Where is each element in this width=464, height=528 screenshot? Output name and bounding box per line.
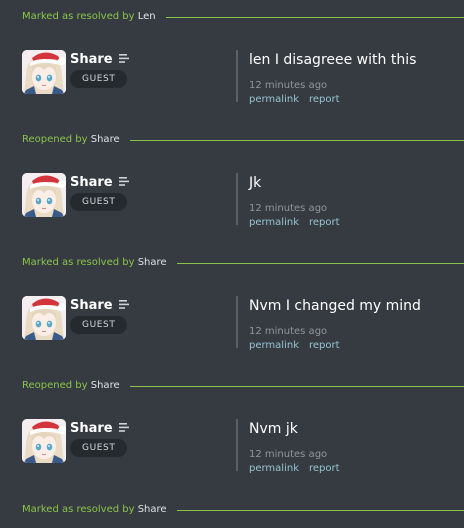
list-icon [118, 298, 130, 314]
avatar-image [22, 419, 66, 463]
report-link[interactable]: report [309, 463, 340, 475]
status-event: Marked as resolved by Len [0, 8, 464, 26]
divider-line [176, 509, 464, 511]
comment-timestamp: 12 minutes ago [249, 80, 328, 91]
avatar[interactable] [22, 173, 66, 217]
list-icon [118, 52, 130, 68]
avatar[interactable] [22, 419, 66, 463]
comment: Share GUEST Jk 12 minutes ago permalink … [0, 173, 464, 235]
divider-line [129, 139, 464, 141]
comment-divider [236, 419, 238, 471]
role-badge: GUEST [70, 316, 128, 334]
report-link[interactable]: report [309, 340, 340, 352]
list-icon [118, 421, 130, 437]
comment-actions: permalink report [249, 463, 350, 475]
comment: Share GUEST len I disagreee with this 12… [0, 50, 464, 112]
status-event-actor[interactable]: Share [91, 380, 120, 391]
status-event-verb: Reopened by [22, 134, 88, 145]
avatar[interactable] [22, 50, 66, 94]
comment-divider [236, 296, 238, 348]
status-event-text: Marked as resolved by Len [0, 8, 156, 26]
status-event-text: Reopened by Share [0, 377, 120, 395]
username-text[interactable]: Share [70, 175, 113, 191]
status-event-actor[interactable]: Len [138, 11, 156, 22]
status-event-text: Marked as resolved by Share [0, 254, 167, 272]
status-event: Reopened by Share [0, 131, 464, 149]
comment-timestamp: 12 minutes ago [249, 326, 328, 337]
comment-divider [236, 173, 238, 225]
status-event-text: Reopened by Share [0, 131, 120, 149]
comment-actions: permalink report [249, 94, 350, 106]
avatar-image [22, 296, 66, 340]
permalink-link[interactable]: permalink [249, 340, 299, 352]
status-event: Reopened by Share [0, 377, 464, 395]
comment-timestamp: 12 minutes ago [249, 203, 328, 214]
status-event-verb: Marked as resolved by [22, 504, 135, 515]
comment: Share GUEST Nvm I changed my mind 12 min… [0, 296, 464, 358]
status-event: Marked as resolved by Share [0, 501, 464, 519]
status-event-actor[interactable]: Share [138, 504, 167, 515]
username[interactable]: Share [70, 175, 130, 191]
status-event-text: Marked as resolved by Share [0, 501, 167, 519]
role-badge: GUEST [70, 70, 128, 88]
divider-line [176, 262, 464, 264]
comment-actions: permalink report [249, 340, 350, 352]
report-link[interactable]: report [309, 94, 340, 106]
comment-timestamp: 12 minutes ago [249, 449, 328, 460]
avatar-image [22, 173, 66, 217]
status-event-actor[interactable]: Share [138, 257, 167, 268]
report-link[interactable]: report [309, 217, 340, 229]
comment-text: Jk [249, 175, 262, 191]
avatar[interactable] [22, 296, 66, 340]
status-event-verb: Reopened by [22, 380, 88, 391]
username-text[interactable]: Share [70, 52, 113, 68]
permalink-link[interactable]: permalink [249, 463, 299, 475]
comment-text: len I disagreee with this [249, 52, 417, 68]
role-badge: GUEST [70, 193, 128, 211]
comment-actions: permalink report [249, 217, 350, 229]
role-badge: GUEST [70, 439, 128, 457]
avatar-image [22, 50, 66, 94]
comment-text: Nvm jk [249, 421, 298, 437]
username[interactable]: Share [70, 52, 130, 68]
status-event: Marked as resolved by Share [0, 254, 464, 272]
status-event-verb: Marked as resolved by [22, 11, 135, 22]
list-icon [118, 175, 130, 191]
comment: Share GUEST Nvm jk 12 minutes ago permal… [0, 419, 464, 481]
divider-line [165, 16, 464, 18]
comment-thread: Marked as resolved by Len Share GUEST le… [0, 0, 464, 528]
username[interactable]: Share [70, 421, 130, 437]
permalink-link[interactable]: permalink [249, 217, 299, 229]
username-text[interactable]: Share [70, 298, 113, 314]
divider-line [129, 385, 464, 387]
status-event-actor[interactable]: Share [91, 134, 120, 145]
comment-text: Nvm I changed my mind [249, 298, 421, 314]
username[interactable]: Share [70, 298, 130, 314]
comment-divider [236, 50, 238, 102]
status-event-verb: Marked as resolved by [22, 257, 135, 268]
username-text[interactable]: Share [70, 421, 113, 437]
permalink-link[interactable]: permalink [249, 94, 299, 106]
